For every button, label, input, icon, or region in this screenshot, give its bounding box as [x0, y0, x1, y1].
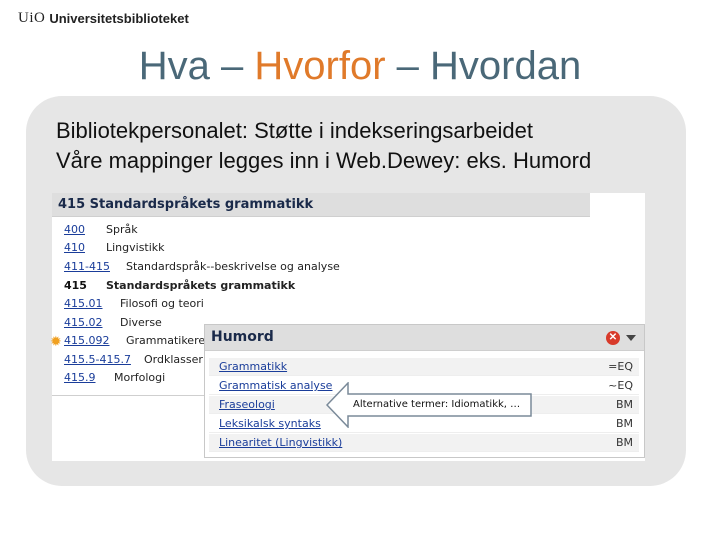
close-icon[interactable]: ✕	[606, 331, 620, 345]
dewey-code-link[interactable]: 415.092	[64, 334, 110, 347]
humord-term-relation: BM	[615, 398, 633, 411]
dewey-label: Filosofi og teori	[120, 297, 204, 310]
humord-term-link[interactable]: Leksikalsk syntaks	[219, 417, 321, 430]
dewey-code-current: 415	[64, 279, 87, 292]
star-icon: ✹	[50, 333, 62, 349]
dewey-label: Diverse	[120, 316, 162, 329]
title-part-why: Hvorfor	[254, 44, 386, 88]
bullet-staff-support: Bibliotekpersonalet: Støtte i indekserin…	[56, 118, 533, 143]
dewey-label-current: Standardspråkets grammatikk	[106, 279, 296, 292]
dewey-code-link[interactable]: 415.01	[64, 297, 103, 310]
dewey-label: Standardspråk--beskrivelse og analyse	[126, 260, 340, 273]
dewey-label: Lingvistikk	[106, 241, 165, 254]
uio-logo-mark: UiO	[18, 10, 46, 26]
uio-logo: UiO Universitetsbiblioteket	[18, 10, 189, 27]
dewey-label: Morfologi	[114, 371, 166, 384]
humord-term-relation: ~EQ	[608, 379, 633, 392]
humord-header: Humord ✕	[205, 325, 644, 351]
slide-title: Hva – Hvorfor – Hvordan	[0, 44, 720, 89]
dewey-label: Grammatikere	[126, 334, 206, 347]
humord-term-relation: =EQ	[608, 360, 633, 373]
humord-term-link[interactable]: Fraseologi	[219, 398, 275, 411]
humord-term-link[interactable]: Grammatisk analyse	[219, 379, 332, 392]
dewey-code-link[interactable]: 415.9	[64, 371, 96, 384]
uio-logo-name: Universitetsbiblioteket	[49, 11, 189, 26]
dewey-code-link[interactable]: 415.5-415.7	[64, 353, 131, 366]
title-part-how: – Hvordan	[385, 44, 582, 88]
title-part-what: Hva –	[138, 44, 255, 88]
humord-term-row[interactable]: Grammatikk =EQ	[209, 358, 639, 376]
dewey-code-link[interactable]: 400	[64, 223, 85, 236]
humord-term-link[interactable]: Linearitet (Lingvistikk)	[219, 436, 342, 449]
chevron-down-icon[interactable]	[626, 335, 636, 341]
dewey-label: Ordklasser	[144, 353, 203, 366]
callout-alternative-terms: Alternative termer: Idiomatikk, …	[353, 399, 521, 410]
dewey-code-link[interactable]: 411-415	[64, 260, 110, 273]
dewey-label: Språk	[106, 223, 138, 236]
dewey-class-header: 415 Standardspråkets grammatikk	[52, 193, 590, 217]
dewey-code-link[interactable]: 410	[64, 241, 85, 254]
humord-title: Humord	[211, 329, 274, 345]
humord-term-relation: BM	[615, 417, 633, 430]
humord-term-relation: BM	[615, 436, 633, 449]
dewey-code-link[interactable]: 415.02	[64, 316, 103, 329]
humord-term-link[interactable]: Grammatikk	[219, 360, 287, 373]
bullet-webdewey-mapping: Våre mappinger legges inn i Web.Dewey: e…	[56, 148, 592, 173]
humord-term-row[interactable]: Linearitet (Lingvistikk) BM	[209, 434, 639, 452]
